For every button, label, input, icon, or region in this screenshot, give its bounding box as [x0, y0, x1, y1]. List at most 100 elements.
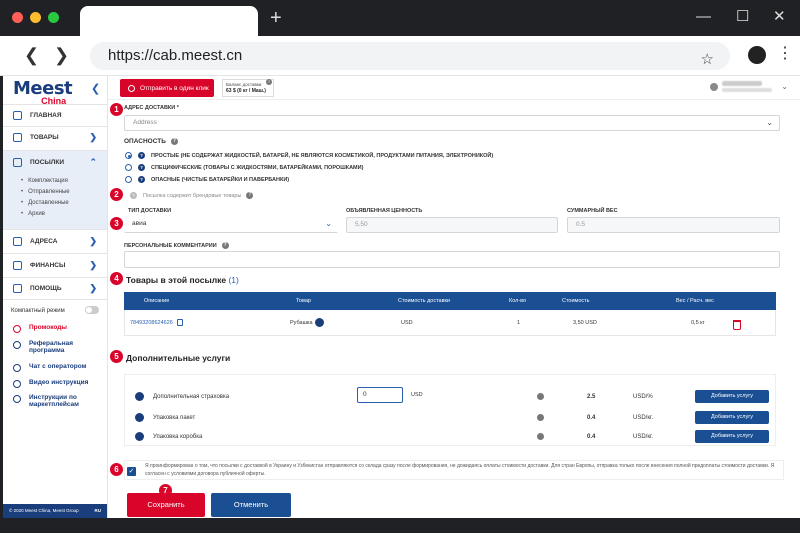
goods-description-link[interactable]: 78493208624626 [130, 320, 173, 326]
sidebar-link-marketplaces[interactable]: Инструкции по маркетплейсам [13, 394, 93, 408]
sidebar-link-label: Чат с оператором [29, 363, 87, 370]
brand-help-icon[interactable]: ? [246, 192, 254, 199]
browser-tab[interactable] [80, 6, 258, 36]
sidebar-item-parcels[interactable]: ПОСЫЛКИ ⌃ [3, 151, 107, 173]
danger-option-specific[interactable]: ? СПЕЦИФИЧЕСКИЕ (ТОВАРЫ С ЖИДКОСТЯМИ, БА… [125, 164, 363, 171]
brand-goods-checkbox[interactable]: ? Посылка содержит брендовые товары ? [130, 192, 254, 199]
sidebar-link-referral[interactable]: Реферальная программа [13, 340, 93, 354]
location-pin-icon [13, 236, 22, 246]
add-bag-packing-button[interactable]: Добавить услугу [695, 411, 769, 424]
sidebar-link-video[interactable]: Видео инструкция [13, 379, 88, 388]
radio-unselected[interactable] [125, 164, 132, 171]
danger-option-simple[interactable]: ? ПРОСТЫЕ (НЕ СОДЕРЖАТ ЖИДКОСТЕЙ, БАТАРЕ… [125, 152, 493, 159]
close-window-dot[interactable] [12, 12, 23, 23]
profile-avatar-icon[interactable] [748, 46, 766, 64]
submenu-item-archive[interactable]: Архив [21, 211, 45, 217]
delivery-type-value: авиа [132, 220, 147, 227]
comments-help-icon[interactable]: ? [221, 242, 229, 249]
referral-users-icon [13, 341, 21, 349]
user-info-blurred[interactable] [722, 81, 772, 92]
danger-option-info-icon[interactable]: ? [138, 164, 145, 171]
send-icon [128, 84, 135, 92]
minimize-icon[interactable]: — [696, 8, 711, 26]
service-help-icon[interactable] [537, 414, 544, 421]
user-avatar-icon[interactable] [710, 83, 718, 91]
danger-option-info-icon[interactable]: ? [138, 176, 145, 183]
declared-value-label: ОБЪЯВЛЕННАЯ ЦЕННОСТЬ [346, 208, 423, 214]
sidebar-item-label: ГЛАВНАЯ [30, 111, 62, 119]
minimize-window-dot[interactable] [30, 12, 41, 23]
bag-icon [13, 132, 22, 142]
url-text: https://cab.meest.cn [108, 47, 243, 64]
radio-selected[interactable] [125, 152, 132, 159]
cancel-button[interactable]: Отменить [211, 493, 291, 517]
copy-icon[interactable] [177, 319, 183, 326]
danger-label-text: ОПАСНОСТЬ [124, 138, 166, 145]
submenu-item-delivered[interactable]: Доставленные [21, 200, 69, 206]
bookmark-star-icon[interactable]: ☆ [701, 46, 714, 74]
chevron-right-icon: ❯ [89, 235, 97, 246]
language-switch[interactable]: RU [95, 504, 102, 518]
sidebar-link-promocodes[interactable]: Промокоды [13, 324, 67, 333]
package-box-icon [135, 432, 144, 441]
comments-label-text: ПЕРСОНАЛЬНЫЕ КОММЕНТАРИИ [124, 242, 217, 249]
maximize-window-dot[interactable] [48, 12, 59, 23]
browser-menu-icon[interactable]: ⋮ [777, 44, 793, 64]
add-box-packing-button[interactable]: Добавить услугу [695, 430, 769, 443]
danger-help-icon[interactable]: ? [170, 138, 178, 145]
trash-icon[interactable] [733, 320, 741, 330]
meest-logo[interactable]: Meest China [13, 78, 73, 106]
sidebar-link-label: Промокоды [29, 324, 67, 331]
step-badge-6: 6 [110, 463, 123, 476]
package-bag-icon [135, 413, 144, 422]
danger-option-info-icon[interactable]: ? [138, 152, 145, 159]
chevron-right-icon: ❯ [89, 259, 97, 270]
maximize-icon[interactable]: ☐ [736, 8, 749, 26]
close-icon[interactable]: ✕ [773, 8, 786, 26]
declared-value-field: 5.50 [346, 217, 558, 233]
services-section-title: Дополнительные услуги [126, 353, 231, 363]
submenu-item-sent[interactable]: Отправленные [21, 189, 70, 195]
copyright-text: © 2020 Meest China, Meest Group [9, 508, 79, 513]
send-one-click-button[interactable]: Отправить в один клик [120, 79, 214, 97]
save-button[interactable]: Сохранить [127, 493, 205, 517]
add-insurance-button[interactable]: Добавить услугу [695, 390, 769, 403]
column-header: Товар [296, 298, 311, 304]
address-select[interactable]: Address ⌄ [124, 115, 780, 131]
radio-unselected[interactable] [125, 176, 132, 183]
delivery-type-label: ТИП ДОСТАВКИ [128, 208, 172, 214]
sidebar-link-chat[interactable]: Чат с оператором [13, 363, 86, 372]
service-row-bag: Упаковка пакет 0.4 USD/кг. Добавить услу… [135, 411, 775, 426]
service-help-icon[interactable] [537, 433, 544, 440]
danger-option-dangerous[interactable]: ? ОПАСНЫЕ (ЧИСТЫЕ БАТАРЕЙКИ И ПАВЕРБАНКИ… [125, 176, 289, 183]
collapse-sidebar-icon[interactable]: ❮ [91, 82, 100, 95]
service-help-icon[interactable] [537, 393, 544, 400]
back-icon[interactable]: ❮ [24, 45, 39, 66]
service-unit: USD/кг. [633, 415, 654, 421]
forward-icon[interactable]: ❯ [54, 45, 69, 66]
service-unit: USD/% [633, 394, 653, 400]
chevron-up-icon: ⌃ [89, 156, 97, 167]
url-field[interactable]: https://cab.meest.cn ☆ [90, 42, 730, 70]
total-weight: 0.5 [576, 221, 586, 228]
sidebar-item-help[interactable]: ПОМОЩЬ ❯ [3, 277, 107, 299]
user-menu-chevron-icon[interactable]: ⌄ [781, 82, 788, 91]
agreement-checkbox[interactable]: ✓ [127, 467, 136, 476]
sidebar-item-addresses[interactable]: АДРЕСА ❯ [3, 229, 107, 253]
new-tab-icon[interactable]: + [270, 8, 282, 28]
sidebar-item-home[interactable]: ГЛАВНАЯ [3, 105, 107, 125]
delivery-type-select[interactable]: авиа ⌄ [124, 217, 338, 233]
total-weight-field: 0.5 [567, 217, 780, 233]
balance-help-icon[interactable]: ? [266, 79, 272, 85]
address-placeholder: Address [133, 119, 157, 126]
sidebar-divider [3, 299, 107, 300]
submenu-item-packing[interactable]: Комплектация [21, 178, 68, 184]
insurance-amount-input[interactable]: 0 [357, 387, 403, 403]
comments-input[interactable] [124, 251, 780, 268]
services-box: Дополнительная страховка 2.5 USD/% Добав… [124, 374, 776, 446]
compact-mode-toggle[interactable] [85, 306, 99, 314]
sidebar-item-goods[interactable]: ТОВАРЫ ❯ [3, 127, 107, 147]
service-name: Дополнительная страховка [153, 394, 230, 400]
sidebar-item-finance[interactable]: ФИНАНСЫ ❯ [3, 253, 107, 277]
chat-icon [13, 364, 21, 372]
